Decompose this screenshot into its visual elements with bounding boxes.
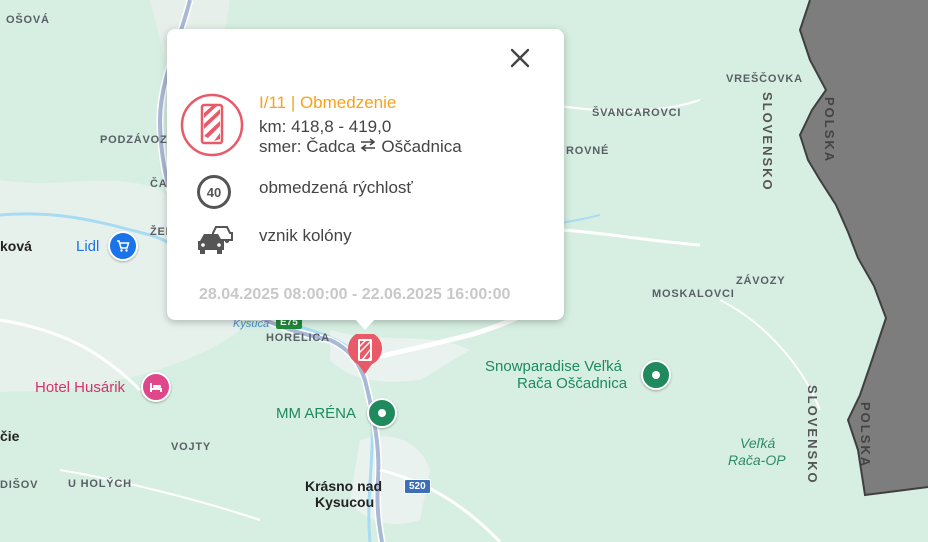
traffic-jam-icon (197, 223, 237, 260)
place-label-disov: DIŠOV (0, 479, 39, 491)
place-label-moskalovci: MOSKALOVCI (652, 288, 735, 300)
direction-from: smer: Čadca (259, 137, 356, 156)
arena-pin-icon[interactable] (367, 398, 397, 428)
ski-resort-pin-icon[interactable] (641, 360, 671, 390)
swap-arrows-icon (359, 137, 377, 157)
speed-limit-sign-icon: 40 (197, 175, 231, 209)
direction-to: Oščadnica (381, 137, 462, 156)
place-label-svancarovci: ŠVANCAROVCI (592, 107, 682, 119)
poi-label-snowparadise-line1[interactable]: Snowparadise Veľká (485, 358, 622, 375)
place-label-rovne: ROVNÉ (566, 145, 610, 157)
place-label-vrescovka: VREŠČOVKA (726, 73, 803, 85)
place-label-zavozy: ZÁVOZY (736, 275, 786, 287)
place-label-vojty: VOJTY (171, 441, 212, 453)
area-label-velka-raca-line1: Veľká (740, 435, 776, 451)
close-icon[interactable] (505, 43, 535, 73)
border-label-polska-north: POLSKA (822, 97, 837, 164)
border-label-polska-south: POLSKA (858, 402, 873, 469)
place-label-cie: čie (0, 428, 20, 444)
cart-icon[interactable] (108, 231, 138, 261)
place-label-horelica: HORELICA (266, 332, 330, 344)
border-label-slovensko-south: SLOVENSKO (805, 385, 820, 485)
traffic-jam-label: vznik kolóny (259, 226, 352, 245)
poi-label-hotel-husarik[interactable]: Hotel Husárik (35, 379, 125, 396)
border-label-slovensko-north: SLOVENSKO (760, 92, 775, 192)
poi-label-lidl[interactable]: Lidl (76, 238, 99, 255)
restriction-popup: I/11 | Obmedzenie km: 418,8 - 419,0 smer… (167, 29, 564, 320)
road-shield-520: 520 (404, 479, 431, 494)
area-label-velka-raca-line2: Rača-OP (728, 452, 786, 468)
place-label-uholych: U HOLÝCH (68, 478, 132, 490)
restriction-marker-icon[interactable] (347, 331, 383, 381)
poi-label-snowparadise-line2[interactable]: Rača Oščadnica (517, 375, 627, 392)
roadwork-barrier-icon (180, 93, 244, 162)
place-label-sosova: OŠOVÁ (6, 14, 50, 26)
popup-direction: smer: Čadca Oščadnica (259, 137, 462, 157)
bed-icon[interactable] (141, 372, 171, 402)
speed-restriction-label: obmedzená rýchlosť (259, 178, 413, 197)
validity-date-range: 28.04.2025 08:00:00 - 22.06.2025 16:00:0… (199, 286, 511, 303)
place-label-krasno-line1: Krásno nad (305, 478, 383, 494)
place-label-krasno-line2: Kysucou (315, 494, 375, 510)
popup-km-range: km: 418,8 - 419,0 (259, 117, 392, 136)
place-label-podzavoz: PODZÁVOZ (100, 134, 168, 146)
poi-label-mm-arena[interactable]: MM ARÉNA (276, 405, 356, 422)
place-label-kova: ková (0, 238, 32, 254)
speed-limit-value: 40 (206, 184, 222, 200)
popup-pointer (354, 318, 376, 330)
popup-title: I/11 | Obmedzenie (259, 93, 397, 112)
